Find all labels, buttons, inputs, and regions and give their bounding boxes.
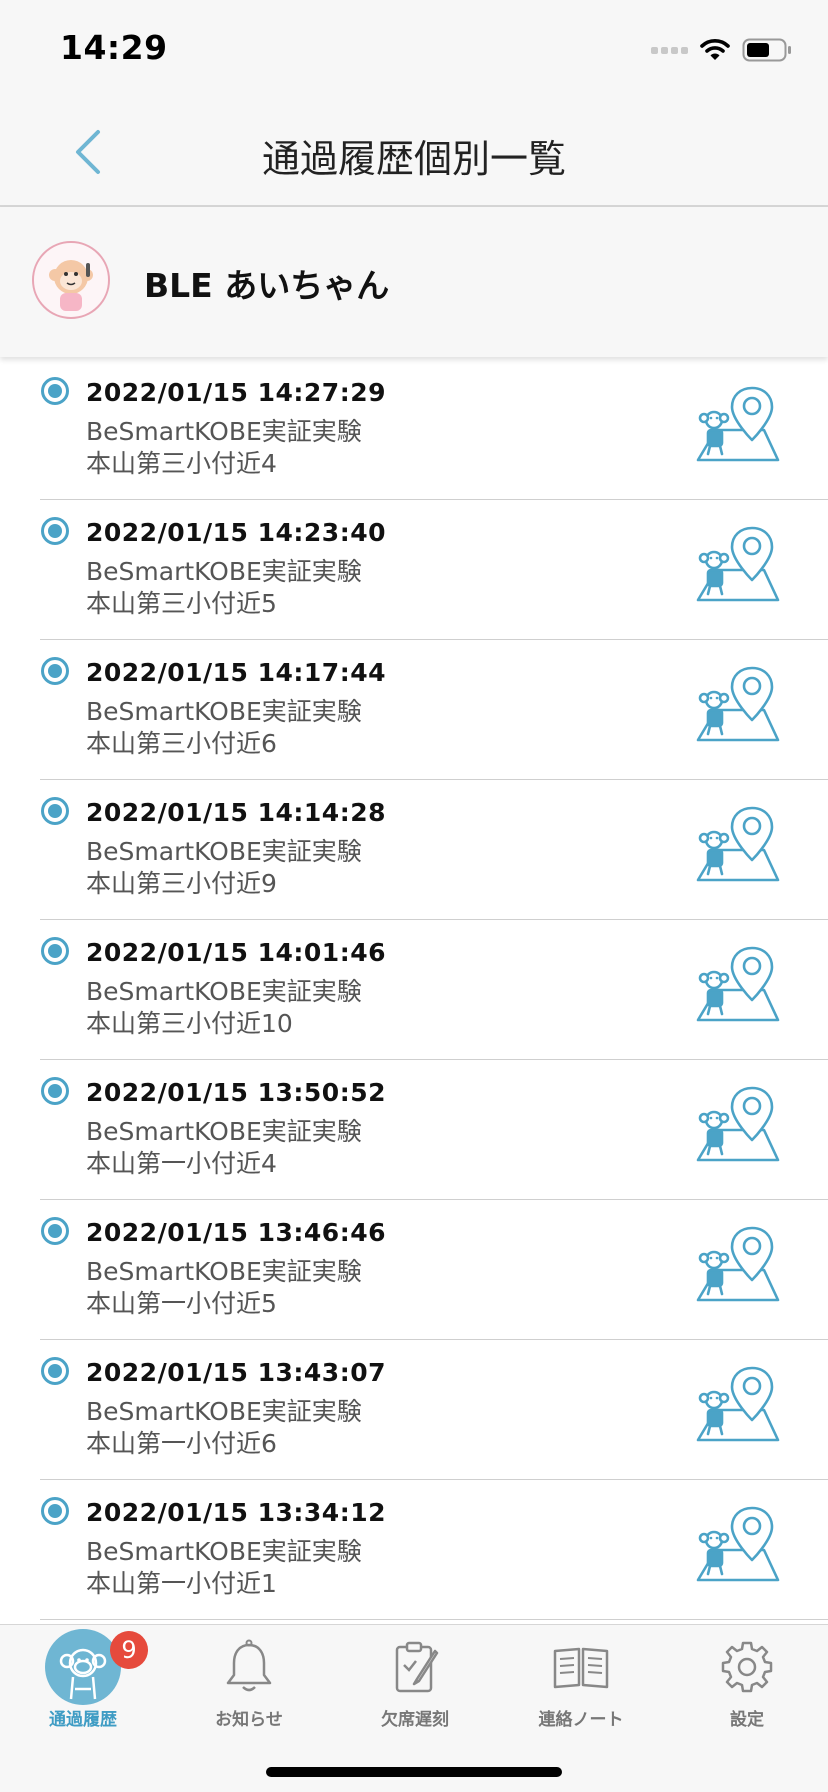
tab-label: 通過履歴 [49, 1710, 117, 1730]
tab-label: 連絡ノート [538, 1710, 624, 1730]
location-name: 本山第三小付近5 [86, 589, 277, 618]
map-pin-icon[interactable] [694, 1224, 780, 1304]
organization-name: BeSmartKOBE実証実験 [86, 1257, 362, 1286]
clipboard-pen-icon [395, 1641, 439, 1693]
radio-dot-icon [41, 657, 69, 685]
home-indicator [266, 1767, 562, 1777]
gear-icon [721, 1641, 773, 1693]
organization-name: BeSmartKOBE実証実験 [86, 697, 362, 726]
location-name: 本山第三小付近4 [86, 449, 277, 478]
wifi-icon [700, 39, 730, 60]
tab-active-indicator [45, 1629, 121, 1705]
pass-time: 2022/01/15 13:43:07 [86, 1358, 386, 1387]
tab-settings[interactable]: 設定 [664, 1625, 828, 1735]
radio-dot-icon [41, 1077, 69, 1105]
map-pin-icon[interactable] [694, 384, 780, 464]
history-list[interactable]: 2022/01/15 14:27:29 BeSmartKOBE実証実験 本山第三… [0, 360, 828, 1624]
radio-dot-icon [41, 1497, 69, 1525]
cellular-signal-icon [651, 46, 688, 54]
tab-label: 設定 [730, 1710, 764, 1730]
page-title: 通過履歴個別一覧 [261, 137, 566, 181]
map-pin-icon[interactable] [694, 1084, 780, 1164]
pass-time: 2022/01/15 14:14:28 [86, 798, 386, 827]
tab-bar: 9 通過履歴 お知らせ 欠席遅刻 連絡ノート 設定 [0, 1624, 828, 1792]
map-pin-icon[interactable] [694, 804, 780, 884]
tab-label: お知らせ [215, 1710, 283, 1730]
status-time: 14:29 [60, 28, 168, 67]
organization-name: BeSmartKOBE実証実験 [86, 977, 362, 1006]
status-icons [651, 36, 792, 64]
history-list-item[interactable]: 2022/01/15 14:01:46 BeSmartKOBE実証実験 本山第三… [0, 920, 828, 1060]
organization-name: BeSmartKOBE実証実験 [86, 1397, 362, 1426]
radio-dot-icon [41, 377, 69, 405]
avatar [32, 241, 110, 319]
history-list-item[interactable]: 2022/01/15 14:27:29 BeSmartKOBE実証実験 本山第三… [0, 360, 828, 500]
tab-contact-note[interactable]: 連絡ノート [498, 1625, 664, 1735]
organization-name: BeSmartKOBE実証実験 [86, 837, 362, 866]
tab-history[interactable]: 9 通過履歴 [0, 1625, 166, 1735]
child-name: BLE あいちゃん [144, 266, 390, 305]
location-name: 本山第一小付近4 [86, 1149, 277, 1178]
organization-name: BeSmartKOBE実証実験 [86, 557, 362, 586]
pass-time: 2022/01/15 14:01:46 [86, 938, 386, 967]
history-list-item[interactable]: 2022/01/15 14:14:28 BeSmartKOBE実証実験 本山第三… [0, 780, 828, 920]
pass-time: 2022/01/15 14:23:40 [86, 518, 386, 547]
notebook-icon [553, 1647, 609, 1689]
pass-time: 2022/01/15 14:17:44 [86, 658, 386, 687]
history-list-item[interactable]: 2022/01/15 14:23:40 BeSmartKOBE実証実験 本山第三… [0, 500, 828, 640]
location-name: 本山第一小付近6 [86, 1429, 277, 1458]
organization-name: BeSmartKOBE実証実験 [86, 1117, 362, 1146]
location-name: 本山第一小付近1 [86, 1569, 277, 1598]
pass-time: 2022/01/15 13:34:12 [86, 1498, 386, 1527]
child-profile-header: BLE あいちゃん [0, 207, 828, 357]
map-pin-icon[interactable] [694, 664, 780, 744]
unread-badge: 9 [110, 1631, 148, 1669]
status-bar: 14:29 [0, 0, 828, 98]
radio-dot-icon [41, 937, 69, 965]
monkey-avatar-icon [49, 260, 93, 311]
bell-icon [226, 1639, 272, 1692]
location-name: 本山第三小付近9 [86, 869, 277, 898]
history-list-item[interactable]: 2022/01/15 14:17:44 BeSmartKOBE実証実験 本山第三… [0, 640, 828, 780]
pass-time: 2022/01/15 13:50:52 [86, 1078, 386, 1107]
tab-absence[interactable]: 欠席遅刻 [332, 1625, 498, 1735]
map-pin-icon[interactable] [694, 524, 780, 604]
organization-name: BeSmartKOBE実証実験 [86, 1537, 362, 1566]
tab-notifications[interactable]: お知らせ [166, 1625, 332, 1735]
map-pin-icon[interactable] [694, 1364, 780, 1444]
radio-dot-icon [41, 1217, 69, 1245]
organization-name: BeSmartKOBE実証実験 [86, 417, 362, 446]
history-list-item[interactable]: 2022/01/15 13:46:46 BeSmartKOBE実証実験 本山第一… [0, 1200, 828, 1340]
radio-dot-icon [41, 1357, 69, 1385]
pass-time: 2022/01/15 14:27:29 [86, 378, 386, 407]
navigation-bar: 通過履歴個別一覧 [0, 98, 828, 207]
tab-label: 欠席遅刻 [381, 1710, 449, 1730]
location-name: 本山第三小付近10 [86, 1009, 293, 1038]
map-pin-icon[interactable] [694, 1504, 780, 1584]
battery-icon [742, 38, 791, 62]
history-list-item[interactable]: 2022/01/15 13:43:07 BeSmartKOBE実証実験 本山第一… [0, 1340, 828, 1480]
radio-dot-icon [41, 797, 69, 825]
history-list-item[interactable]: 2022/01/15 13:50:52 BeSmartKOBE実証実験 本山第一… [0, 1060, 828, 1200]
history-list-item[interactable]: 2022/01/15 13:34:12 BeSmartKOBE実証実験 本山第一… [0, 1480, 828, 1620]
location-name: 本山第一小付近5 [86, 1289, 277, 1318]
location-name: 本山第三小付近6 [86, 729, 277, 758]
pass-time: 2022/01/15 13:46:46 [86, 1218, 386, 1247]
radio-dot-icon [41, 517, 69, 545]
monkey-icon [59, 1648, 107, 1700]
map-pin-icon[interactable] [694, 944, 780, 1024]
